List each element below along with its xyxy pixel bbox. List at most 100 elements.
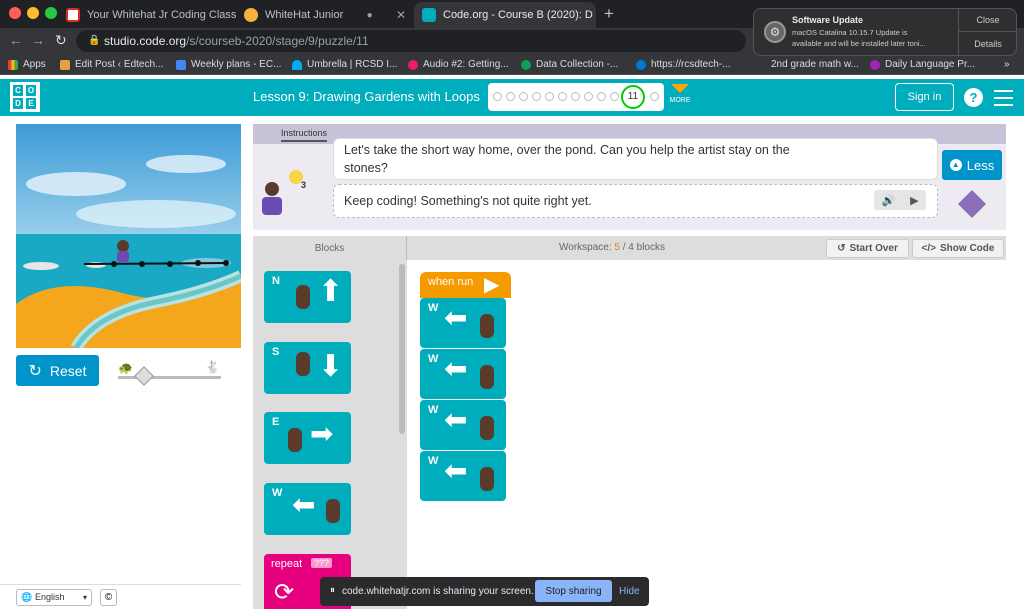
notification-title: Software Update (792, 15, 864, 25)
hamburger-menu-icon[interactable] (994, 90, 1013, 106)
url-host: studio.code.org (104, 34, 187, 48)
bookmarks-bar: Apps Edit Post ‹ Edtech... Weekly plans … (0, 54, 1024, 75)
progress-dot[interactable] (558, 92, 567, 101)
notification-details-button[interactable]: Details (959, 33, 1017, 55)
maximize-window-button[interactable] (45, 7, 57, 19)
progress-dot[interactable] (571, 92, 580, 101)
copyright-button[interactable]: © (100, 589, 117, 606)
progress-dot[interactable] (597, 92, 606, 101)
arrow-left-icon: ⬅ (444, 404, 468, 435)
speed-slider-track[interactable] (118, 376, 221, 379)
address-bar[interactable]: 🔒 studio.code.org/s/courseb-2020/stage/9… (76, 30, 746, 52)
tab-title: Your Whitehat Jr Coding Class (87, 9, 236, 21)
arrow-left-icon: ⬅ (444, 353, 468, 384)
blocks-header: Blocks (253, 236, 407, 260)
tab-title: WhiteHat Junior (265, 9, 344, 21)
back-arrow-icon[interactable]: ← (9, 32, 23, 48)
move-west-block[interactable]: W ⬅ (264, 483, 351, 535)
program-move-west-block[interactable]: W ⬅ (420, 298, 506, 348)
speed-slider-handle[interactable] (134, 366, 154, 386)
browser-tab-code-org[interactable]: Code.org - Course B (2020): D ✕ (414, 2, 596, 28)
start-over-icon: ↺ (837, 243, 846, 254)
progress-dot[interactable] (650, 92, 659, 101)
progress-dot[interactable] (610, 92, 619, 101)
pause-icon: ⏸ (330, 585, 335, 596)
close-tab-icon[interactable]: ✕ (390, 8, 406, 22)
progress-dot[interactable] (545, 92, 554, 101)
bookmark-daily-language[interactable]: Daily Language Pr... (870, 57, 975, 72)
play-icon[interactable]: ▶ (910, 194, 918, 207)
move-north-block[interactable]: N ⬆ (264, 271, 351, 323)
url-path: /s/courseb-2020/stage/9/puzzle/11 (186, 34, 369, 48)
browser-tab-whitehat-class[interactable]: Your Whitehat Jr Coding Class ✕ (58, 2, 236, 28)
help-icon[interactable]: ? (964, 88, 983, 107)
game-canvas (16, 124, 241, 348)
recording-dot-icon: ● (366, 9, 373, 21)
minimize-window-button[interactable] (27, 7, 39, 19)
bookmark-umbrella[interactable]: Umbrella | RCSD I... (292, 57, 397, 72)
more-menu[interactable]: MORE (669, 84, 691, 104)
toolbox-scrollbar[interactable] (399, 264, 405, 434)
tab-title: Code.org - Course B (2020): D (443, 9, 593, 21)
program-move-west-block[interactable]: W ⬅ (420, 349, 506, 399)
language-icon (870, 59, 880, 70)
lesson-title[interactable]: Lesson 9: Drawing Gardens with Loops (253, 89, 480, 104)
progress-dot[interactable] (493, 92, 502, 101)
block-count: 5 (614, 242, 620, 253)
stop-sharing-button[interactable]: Stop sharing (535, 580, 612, 602)
program-workspace[interactable]: when run ▶ W ⬅ W ⬅ W ⬅ W ⬅ (407, 260, 1006, 609)
program-move-west-block[interactable]: W ⬅ (420, 451, 506, 501)
notification-close-button[interactable]: Close (959, 9, 1017, 32)
blocks-toolbox: N ⬆ S ⬇ E ➡ W ⬅ repeat ??? ⟳ (253, 260, 407, 609)
gear-icon: ⚙ (764, 21, 786, 43)
footer-bar: 🌐 English ▾ © (0, 584, 241, 609)
bookmark-edit-post[interactable]: Edit Post ‹ Edtech... (60, 57, 163, 72)
artist-icon (296, 352, 310, 376)
reload-icon[interactable]: ↻ (55, 32, 67, 49)
close-window-button[interactable] (9, 7, 21, 19)
program-move-west-block[interactable]: W ⬅ (420, 400, 506, 450)
reset-button[interactable]: ↻ Reset (16, 355, 99, 386)
hide-button[interactable]: Hide (619, 586, 640, 597)
start-over-button[interactable]: ↺ Start Over (826, 239, 909, 258)
feedback-bubble: Keep coding! Something's not quite right… (333, 184, 938, 218)
instruction-bubble: Let's take the short way home, over the … (333, 138, 938, 180)
move-south-block[interactable]: S ⬇ (264, 342, 351, 394)
sharing-message: code.whitehatjr.com is sharing your scre… (342, 586, 534, 597)
gmail-icon (66, 8, 80, 22)
bookmark-audio[interactable]: Audio #2: Getting... (408, 57, 509, 72)
workspace-counter: Workspace: 5 / 4 blocks (559, 242, 665, 253)
progress-dot[interactable] (584, 92, 593, 101)
bookmarks-overflow[interactable]: » (1004, 57, 1010, 72)
less-button[interactable]: ▲ Less (942, 150, 1002, 180)
speaker-icon[interactable]: 🔊 (881, 194, 895, 207)
bookmark-math[interactable]: 2nd grade math w... (771, 57, 859, 72)
bookmark-apps[interactable]: Apps (8, 57, 46, 72)
new-tab-icon[interactable]: + (604, 4, 614, 24)
progress-dot[interactable] (506, 92, 515, 101)
move-east-block[interactable]: E ➡ (264, 412, 351, 464)
bookmark-weekly-plans[interactable]: Weekly plans - EC... (176, 57, 281, 72)
language-select[interactable]: 🌐 English ▾ (16, 589, 92, 606)
when-run-block[interactable]: when run ▶ (420, 272, 511, 298)
cloud-icon (636, 59, 646, 70)
arrow-left-icon: ⬅ (444, 455, 468, 486)
apps-grid-icon (8, 59, 18, 70)
tab-instructions[interactable]: Instructions (281, 128, 328, 142)
show-code-button[interactable]: </> Show Code (912, 239, 1004, 258)
docs-icon (176, 59, 186, 70)
current-puzzle-indicator[interactable]: 11 (621, 85, 645, 109)
resize-arrows-icon[interactable] (958, 190, 986, 218)
bookmark-data-collection[interactable]: Data Collection -... (521, 57, 618, 72)
code-org-logo[interactable]: C O D E (10, 82, 40, 112)
artist-icon (480, 365, 494, 389)
forward-arrow-icon[interactable]: → (31, 32, 45, 48)
progress-dot[interactable] (532, 92, 541, 101)
chevron-up-icon: ▲ (949, 159, 962, 171)
progress-dot[interactable] (519, 92, 528, 101)
bookmark-rcsdtech[interactable]: https://rcsdtech-... (636, 57, 730, 72)
close-tab-icon[interactable]: ✕ (593, 8, 596, 22)
sign-in-button[interactable]: Sign in (895, 83, 954, 111)
browser-tab-whitehat-junior[interactable]: WhiteHat Junior ● ✕ (236, 2, 414, 28)
repeat-count-dropdown[interactable]: ??? (311, 558, 333, 568)
